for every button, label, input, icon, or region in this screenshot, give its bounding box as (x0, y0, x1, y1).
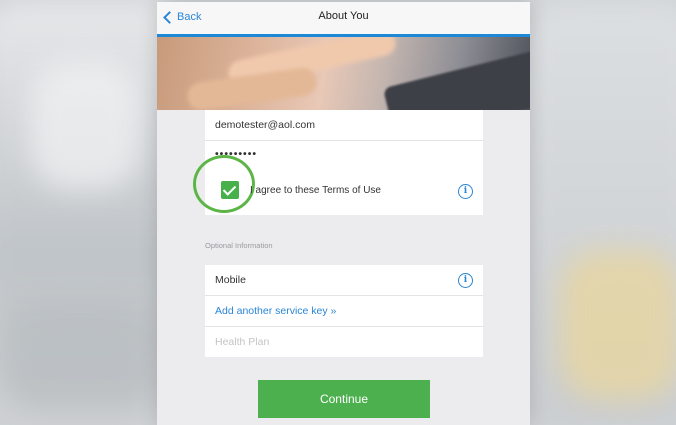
mobile-label: Mobile (215, 274, 246, 286)
info-icon[interactable]: i (458, 273, 473, 288)
highlight-circle (193, 155, 255, 213)
hero-image (157, 37, 530, 110)
optional-card: Mobile i Add another service key » Healt… (205, 265, 483, 357)
account-card: demotester@aol.com ••••••••• (205, 110, 483, 171)
navigation-bar: Back About You (157, 2, 530, 37)
terms-card: I agree to these Terms of Use i (193, 155, 483, 215)
email-field[interactable]: demotester@aol.com (205, 110, 483, 141)
info-icon[interactable]: i (458, 184, 473, 199)
health-plan-placeholder: Health Plan (215, 336, 270, 348)
continue-button[interactable]: Continue (258, 380, 430, 418)
add-service-key-row[interactable]: Add another service key » (205, 296, 483, 327)
terms-label: I agree to these Terms of Use (250, 185, 381, 196)
mobile-row[interactable]: Mobile i (205, 265, 483, 296)
page-title: About You (318, 10, 369, 22)
health-plan-field[interactable]: Health Plan (205, 327, 483, 357)
app-screen: Back About You demotester@aol.com ••••••… (157, 2, 530, 425)
optional-section-label: Optional Information (205, 241, 273, 250)
add-service-key-link[interactable]: Add another service key » (215, 305, 336, 317)
email-value: demotester@aol.com (215, 119, 315, 131)
